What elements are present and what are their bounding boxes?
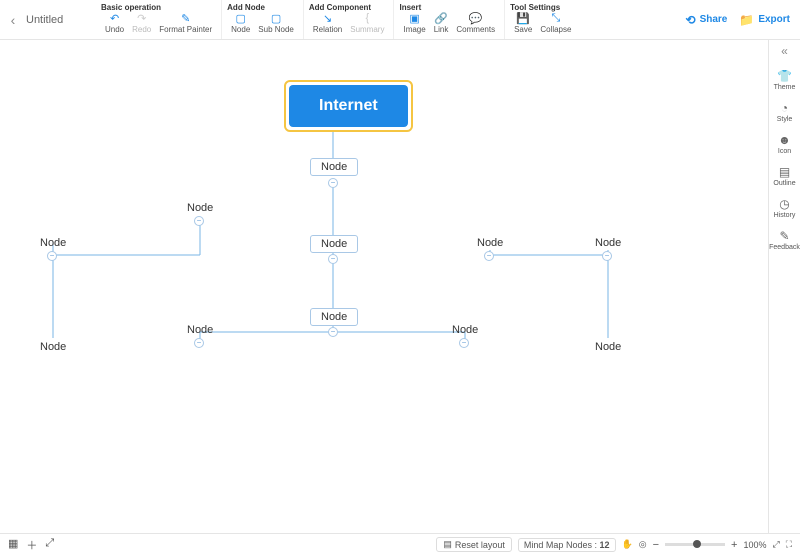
share-icon: ⟲ [686,13,696,27]
add-icon[interactable]: ＋ [26,537,37,553]
rail-feedback[interactable]: ✎Feedback [769,224,800,256]
zoom-in[interactable]: + [731,539,737,551]
document-title[interactable]: Untitled [26,0,96,39]
text-node-2[interactable]: Node [187,202,213,214]
fullscreen-icon[interactable]: ⛶ [786,539,792,550]
fit-icon[interactable]: ⤢ [772,539,779,550]
group-title: Add Component [309,3,389,12]
status-bar: ▦ ＋ ⤢ ▤Reset layout Mind Map Nodes : 12 … [0,533,800,555]
group-add-node: Add Node ▢Node ▢Sub Node [221,0,303,39]
save-icon: 💾 [517,12,529,24]
reset-layout-button[interactable]: ▤Reset layout [436,537,512,552]
toggle-t1[interactable]: − [47,251,57,261]
undo-button[interactable]: ↶Undo [101,12,128,34]
node-icon: ▢ [235,12,247,24]
group-tool-settings: Tool Settings 💾Save ⤡Collapse [504,0,580,39]
relation-icon: ↘ [322,12,334,24]
layers-icon[interactable]: ▦ [8,537,18,553]
toggle-3[interactable]: − [328,254,338,264]
rail-theme[interactable]: 👕Theme [769,64,800,96]
add-node-button[interactable]: ▢Node [227,12,254,34]
redo-button[interactable]: ↷Redo [128,12,155,34]
text-node-3[interactable]: Node [477,237,503,249]
expand-icon[interactable]: ⤢ [45,537,54,553]
text-node-1[interactable]: Node [40,237,66,249]
redo-icon: ↷ [136,12,148,24]
toggle-2[interactable]: − [328,178,338,188]
toggle-t3[interactable]: − [484,251,494,261]
subnode-icon: ▢ [270,12,282,24]
share-button[interactable]: ⟲Share [686,13,728,27]
reset-icon: ▤ [443,539,452,550]
node-2[interactable]: Node [310,158,358,176]
summary-icon: { [361,12,373,24]
format-painter-icon: ✎ [180,12,192,24]
theme-icon: 👕 [777,69,792,83]
summary-button[interactable]: {Summary [346,12,388,34]
comments-icon: 💬 [470,12,482,24]
group-basic-operation: Basic operation ↶Undo ↷Redo ✎Format Pain… [96,0,221,39]
rail-history[interactable]: ◷History [769,192,800,224]
toggle-t8[interactable]: − [459,338,469,348]
link-icon: 🔗 [435,12,447,24]
back-button[interactable]: ‹ [0,0,26,39]
text-node-7[interactable]: Node [187,324,213,336]
rail-outline[interactable]: ▤Outline [769,160,800,192]
zoom-slider[interactable] [665,543,725,546]
toggle-t4[interactable]: − [602,251,612,261]
root-node-wrap: Internet [284,80,413,132]
text-node-6[interactable]: Node [595,341,621,353]
rail-style[interactable]: ◔Style [769,96,800,128]
title-text: Untitled [26,14,63,26]
mindmap-canvas[interactable]: Internet Node − Node − Node − Node − Nod… [0,40,768,533]
node-3[interactable]: Node [310,235,358,253]
rail-icon[interactable]: ☻Icon [769,128,800,160]
format-painter-button[interactable]: ✎Format Painter [155,12,216,34]
feedback-icon: ✎ [779,229,789,243]
image-button[interactable]: ▣Image [399,12,429,34]
root-node[interactable]: Internet [289,85,408,127]
export-icon: 📁 [739,13,754,27]
toggle-t7[interactable]: − [194,338,204,348]
save-button[interactable]: 💾Save [510,12,536,34]
text-node-4[interactable]: Node [595,237,621,249]
target-icon[interactable]: ◎ [639,539,647,550]
toggle-4[interactable]: − [328,327,338,337]
outline-icon: ▤ [779,165,790,179]
toggle-t2[interactable]: − [194,216,204,226]
rail-collapse-button[interactable]: « [781,44,788,58]
text-node-8[interactable]: Node [452,324,478,336]
group-insert: Insert ▣Image 🔗Link 💬Comments [393,0,504,39]
add-subnode-button[interactable]: ▢Sub Node [254,12,298,34]
history-icon: ◷ [779,197,789,211]
toolbar-groups: Basic operation ↶Undo ↷Redo ✎Format Pain… [96,0,580,39]
group-add-component: Add Component ↘Relation {Summary [303,0,394,39]
relation-button[interactable]: ↘Relation [309,12,346,34]
collapse-button[interactable]: ⤡Collapse [536,12,575,34]
collapse-icon: ⤡ [550,12,562,24]
undo-icon: ↶ [109,12,121,24]
hand-tool-icon[interactable]: ✋ [622,539,633,550]
chevron-left-icon: ‹ [11,12,16,28]
icon-icon: ☻ [778,133,791,147]
root-node-label: Internet [319,97,378,114]
node-4[interactable]: Node [310,308,358,326]
node-count: Mind Map Nodes : 12 [518,538,616,552]
style-icon: ◔ [781,101,788,115]
text-node-5[interactable]: Node [40,341,66,353]
zoom-out[interactable]: − [653,539,659,551]
right-rail: « 👕Theme ◔Style ☻Icon ▤Outline ◷History … [768,40,800,533]
image-icon: ▣ [409,12,421,24]
comments-button[interactable]: 💬Comments [452,12,499,34]
top-toolbar: ‹ Untitled Basic operation ↶Undo ↷Redo ✎… [0,0,800,40]
zoom-thumb[interactable] [693,540,701,548]
export-button[interactable]: 📁Export [739,13,790,27]
link-button[interactable]: 🔗Link [430,12,453,34]
zoom-level: 100% [743,540,766,550]
